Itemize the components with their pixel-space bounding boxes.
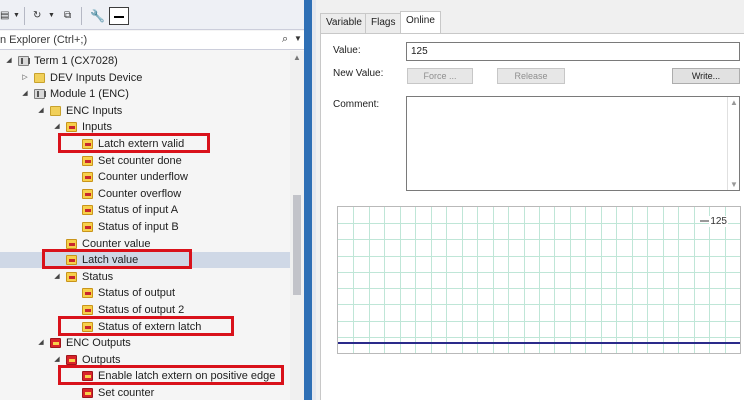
expand-arrow-icon[interactable]: ▷ xyxy=(20,70,30,86)
tree-scrollbar[interactable]: ▲ xyxy=(290,51,304,400)
online-value-graph: 125 xyxy=(337,206,741,354)
tree-item[interactable]: Set counter done xyxy=(0,153,290,169)
toolbar-separator xyxy=(24,7,25,25)
tree-item-label: DEV Inputs Device xyxy=(50,71,143,84)
tab-flags[interactable]: Flags xyxy=(365,13,402,33)
output-variable-icon xyxy=(50,338,61,349)
terminal-icon xyxy=(34,89,46,100)
tree-item[interactable]: Status of output xyxy=(0,285,290,301)
folder-icon xyxy=(34,72,45,83)
collapse-arrow-icon[interactable]: ◢ xyxy=(52,269,62,285)
terminal-icon xyxy=(18,56,30,66)
folder-icon xyxy=(50,105,61,116)
collapse-arrow-icon[interactable]: ◢ xyxy=(20,86,30,102)
dropdown-arrow-icon[interactable]: ▼ xyxy=(48,9,55,23)
tree-item-label: Counter underflow xyxy=(98,171,188,184)
comment-label: Comment: xyxy=(333,99,380,110)
input-variable-icon xyxy=(82,155,93,166)
tab-variable[interactable]: Variable xyxy=(320,13,368,33)
toolbar-separator xyxy=(81,7,82,25)
tree-item-label: Set counter done xyxy=(98,154,182,167)
input-variable-icon xyxy=(66,238,77,249)
release-button[interactable]: Release xyxy=(497,68,565,84)
write-button[interactable]: Write... xyxy=(672,68,740,84)
tree-item-label: ENC Inputs xyxy=(66,104,123,117)
tree-item-label: Module 1 (ENC) xyxy=(50,88,129,101)
dropdown-arrow-icon[interactable]: ▼ xyxy=(13,9,20,23)
search-box[interactable]: n Explorer (Ctrl+;) ⌕ ▼ xyxy=(0,31,304,50)
tree-item[interactable]: Counter underflow xyxy=(0,169,290,185)
highlight-box xyxy=(42,249,192,270)
new-value-label: New Value: xyxy=(333,68,384,79)
scrollbar-thumb[interactable] xyxy=(293,195,301,295)
minimize-icon[interactable] xyxy=(109,7,129,25)
tree-item[interactable]: ◢ Module 1 (ENC) xyxy=(0,86,290,102)
tree-item[interactable]: Status of input A xyxy=(0,202,290,218)
input-variable-icon xyxy=(82,288,93,299)
output-variable-icon xyxy=(82,388,93,398)
tree-item[interactable]: ◢ Term 1 (CX7028) xyxy=(0,53,290,69)
value-label: Value: xyxy=(333,45,361,56)
tree-item[interactable]: Status of input B xyxy=(0,219,290,235)
comment-scrollbar[interactable]: ▲ ▼ xyxy=(727,97,739,190)
tree-item[interactable]: Counter overflow xyxy=(0,186,290,202)
scroll-up-icon[interactable]: ▲ xyxy=(730,98,738,107)
scroll-up-icon[interactable]: ▲ xyxy=(293,53,301,62)
tree-item-label: Counter overflow xyxy=(98,187,182,200)
solution-explorer-panel: ▤ ▼ ↻ ▼ ⧉ 🔧 n Explorer (Ctrl+;) ⌕ ▼ ◢ Ter… xyxy=(0,0,304,400)
highlight-box xyxy=(58,133,210,153)
tree-item-label: Status of output xyxy=(98,287,176,300)
refresh-icon[interactable]: ↻ xyxy=(33,9,41,23)
graph-value-label: 125 xyxy=(709,216,728,227)
device-icon[interactable]: ▤ xyxy=(0,9,9,23)
highlight-box xyxy=(58,365,284,386)
input-variable-icon xyxy=(66,122,77,133)
search-input[interactable]: n Explorer (Ctrl+;) xyxy=(0,34,87,46)
scroll-down-icon[interactable]: ▼ xyxy=(730,180,738,189)
collapse-arrow-icon[interactable]: ◢ xyxy=(36,335,46,351)
collapse-arrow-icon[interactable]: ◢ xyxy=(4,53,14,69)
tab-online[interactable]: Online xyxy=(400,11,441,34)
input-variable-icon xyxy=(82,305,93,315)
chevron-down-icon[interactable]: ▼ xyxy=(294,34,302,43)
tree-item[interactable]: ◢ Status xyxy=(0,269,290,285)
input-variable-icon xyxy=(66,271,77,282)
collapse-arrow-icon[interactable]: ◢ xyxy=(36,103,46,119)
highlight-box xyxy=(58,315,234,336)
input-variable-icon xyxy=(82,222,93,232)
tree-item-label: Term 1 (CX7028) xyxy=(34,55,118,67)
properties-panel: Variable Flags Online Value: 125 New Val… xyxy=(316,0,744,400)
tree-item-label: Status of input A xyxy=(98,204,179,217)
tree-item[interactable]: Set counter xyxy=(0,385,290,400)
input-variable-icon xyxy=(82,188,93,199)
value-field[interactable]: 125 xyxy=(406,42,740,61)
tree-item[interactable]: ▷ DEV Inputs Device xyxy=(0,70,290,86)
tree-item[interactable]: ◢ ENC Inputs xyxy=(0,103,290,119)
output-variable-icon xyxy=(66,354,77,365)
graph-canvas xyxy=(338,207,740,353)
force-button[interactable]: Force ... xyxy=(407,68,473,84)
comment-textarea[interactable]: ▲ ▼ xyxy=(406,96,740,191)
tree-item[interactable]: ◢ ENC Outputs xyxy=(0,335,290,351)
tree-item-label: Set counter xyxy=(98,387,155,399)
tree-item-label: Status xyxy=(82,270,114,283)
search-icon[interactable]: ⌕ xyxy=(282,33,288,46)
online-tab-content: Value: 125 New Value: Force ... Release … xyxy=(320,33,744,400)
explorer-toolbar: ▤ ▼ ↻ ▼ ⧉ 🔧 xyxy=(0,0,304,30)
solution-tree: ◢ Term 1 (CX7028) ▷ DEV Inputs Device ◢ Modul… xyxy=(0,51,290,400)
collapse-icon[interactable]: ⧉ xyxy=(64,9,71,23)
wrench-icon[interactable]: 🔧 xyxy=(90,9,105,23)
tree-item-label: ENC Outputs xyxy=(66,337,131,350)
pane-splitter[interactable] xyxy=(304,0,312,400)
tree-item-label: Status of input B xyxy=(98,221,179,233)
input-variable-icon xyxy=(82,205,93,216)
input-variable-icon xyxy=(82,172,93,183)
